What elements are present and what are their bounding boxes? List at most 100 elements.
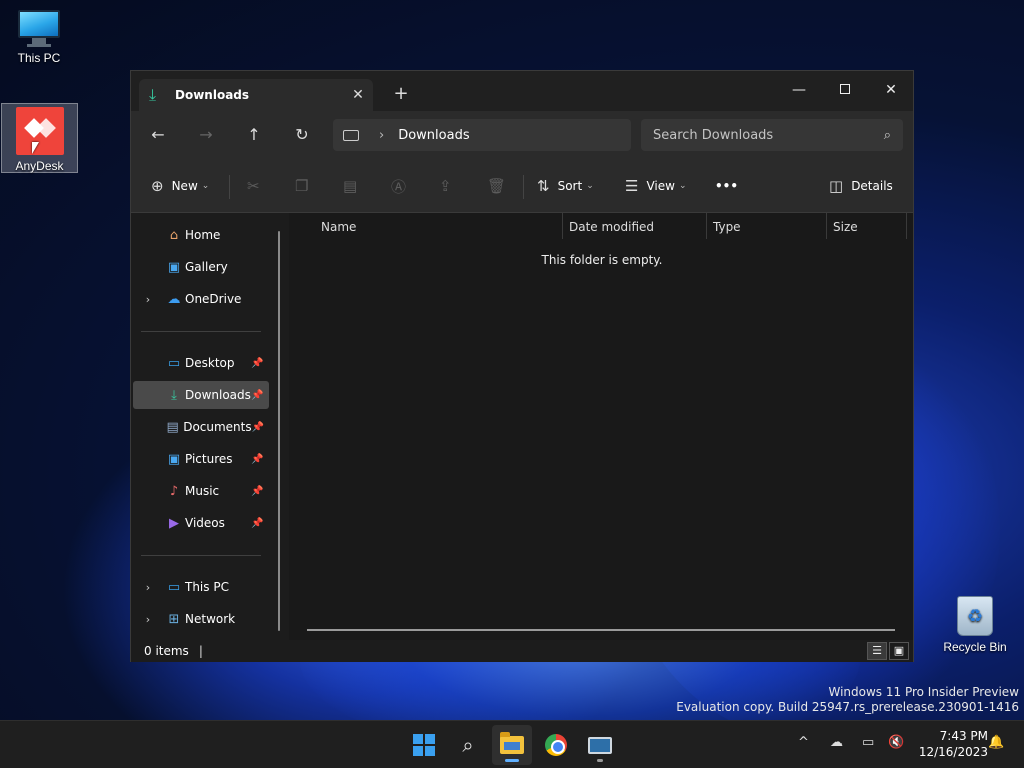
back-button[interactable]: ←: [143, 123, 173, 147]
sidebar-item-documents[interactable]: ▤ Documents 📌: [133, 413, 269, 441]
sidebar-item-pictures[interactable]: ▣ Pictures 📌: [133, 445, 269, 473]
search-input[interactable]: [653, 127, 884, 143]
running-app-indicator: [597, 759, 603, 762]
new-tab-button[interactable]: +: [389, 83, 413, 104]
column-divider[interactable]: [706, 213, 707, 239]
pin-icon: 📌: [251, 485, 264, 497]
rename-button[interactable]: Ⓐ: [391, 171, 414, 201]
column-header-size[interactable]: Size: [833, 213, 858, 241]
clock[interactable]: 7:43 PM 12/16/2023: [908, 728, 988, 760]
start-button[interactable]: [404, 725, 444, 765]
maximize-button[interactable]: [823, 75, 867, 105]
watermark-line-1: Windows 11 Pro Insider Preview: [828, 685, 1019, 699]
column-header-name[interactable]: Name: [321, 213, 356, 241]
forward-button[interactable]: →: [191, 123, 221, 147]
chevron-right-icon[interactable]: ›: [133, 613, 163, 626]
sidebar-item-onedrive[interactable]: › ☁ OneDrive: [133, 285, 269, 313]
sidebar-scrollbar[interactable]: [278, 231, 280, 631]
taskbar-chrome[interactable]: [536, 725, 576, 765]
copy-button[interactable]: ❐: [295, 171, 316, 201]
details-pane-icon: ◫: [829, 177, 844, 195]
desktop-icon-anydesk[interactable]: AnyDesk: [1, 103, 78, 173]
share-button[interactable]: ⇪: [439, 171, 460, 201]
view-button[interactable]: ☰ View ⌄: [625, 171, 686, 201]
chrome-icon: [545, 734, 567, 756]
sidebar-item-label: Desktop: [185, 356, 235, 370]
close-window-button[interactable]: ✕: [869, 75, 913, 105]
search-box[interactable]: ⌕: [641, 119, 903, 151]
music-icon: ♪: [169, 483, 179, 499]
search-icon[interactable]: ⌕: [884, 128, 891, 143]
pc-icon: ▭: [167, 579, 181, 595]
navigation-pane: ⌂ Home ▣ Gallery › ☁ OneDrive ▭ Desktop …: [131, 213, 289, 640]
desktop-icon-recycle-bin[interactable]: Recycle Bin: [940, 596, 1010, 654]
title-bar: ⤓ Downloads ✕ + — ✕: [131, 71, 913, 111]
details-pane-button[interactable]: ◫ Details: [829, 171, 893, 201]
copy-icon: ❐: [295, 177, 309, 195]
breadcrumb-downloads[interactable]: Downloads: [398, 128, 469, 143]
sidebar-item-label: This PC: [185, 580, 229, 594]
column-header-date-modified[interactable]: Date modified: [569, 213, 654, 241]
active-app-indicator: [505, 759, 519, 762]
status-separator: |: [198, 644, 203, 658]
refresh-button[interactable]: ↻: [287, 123, 317, 147]
column-header-type[interactable]: Type: [713, 213, 741, 241]
chevron-right-icon[interactable]: ›: [133, 581, 163, 594]
divider: [229, 175, 230, 199]
pictures-icon: ▣: [167, 451, 181, 467]
paste-icon: ▤: [343, 177, 358, 195]
delete-button[interactable]: 🗑: [487, 171, 514, 201]
minimize-button[interactable]: —: [777, 75, 821, 105]
sidebar-item-label: Gallery: [185, 260, 228, 274]
more-options-button[interactable]: •••: [715, 171, 738, 201]
details-label: Details: [851, 179, 893, 193]
sidebar-item-downloads[interactable]: ⤓ Downloads 📌: [133, 381, 269, 409]
anydesk-icon: [15, 107, 64, 155]
chevron-right-icon[interactable]: ›: [133, 293, 163, 306]
sidebar-item-label: Documents: [183, 420, 252, 434]
new-button[interactable]: ⊕ New ⌄: [151, 171, 209, 201]
horizontal-scrollbar[interactable]: [307, 629, 895, 631]
address-bar[interactable]: › Downloads: [333, 119, 631, 151]
tiles-view-button[interactable]: ▣: [889, 642, 909, 660]
column-divider[interactable]: [906, 213, 907, 239]
volume-muted-icon[interactable]: 🔇: [888, 735, 904, 750]
sidebar-item-gallery[interactable]: ▣ Gallery: [133, 253, 269, 281]
rename-icon: Ⓐ: [391, 177, 407, 196]
sort-button[interactable]: ⇅ Sort ⌄: [537, 171, 594, 201]
command-bar: ⊕ New ⌄ ✂ ❐ ▤ Ⓐ ⇪ 🗑 ⇅ Sort ⌄ ☰ View ⌄ ••…: [131, 159, 913, 213]
taskbar-search-button[interactable]: ⌕: [448, 725, 488, 765]
close-tab-icon[interactable]: ✕: [343, 87, 373, 103]
tab-downloads[interactable]: ⤓ Downloads ✕: [139, 79, 373, 111]
status-bar: 0 items | ☰ ▣: [131, 640, 913, 662]
sort-label: Sort: [557, 179, 583, 193]
column-divider[interactable]: [826, 213, 827, 239]
column-divider[interactable]: [562, 213, 563, 239]
sidebar-item-label: Music: [185, 484, 220, 498]
chevron-right-icon[interactable]: ›: [379, 128, 384, 143]
app-window-icon: [588, 736, 612, 754]
up-button[interactable]: ↑: [239, 123, 269, 147]
desktop-icon: ▭: [167, 355, 181, 371]
details-view-button[interactable]: ☰: [867, 642, 887, 660]
sidebar-item-music[interactable]: ♪ Music 📌: [133, 477, 269, 505]
tab-title: Downloads: [175, 88, 250, 102]
pin-icon: 📌: [251, 453, 264, 465]
view-lines-icon: ☰: [625, 177, 639, 195]
tiles-view-icon: ▣: [893, 644, 905, 657]
show-hidden-icons-button[interactable]: ^: [798, 735, 809, 750]
chevron-down-icon: ⌄: [201, 181, 210, 191]
notification-bell-icon[interactable]: 🔔: [988, 735, 1004, 750]
sidebar-item-network[interactable]: › ⊞ Network: [133, 605, 269, 633]
sidebar-item-desktop[interactable]: ▭ Desktop 📌: [133, 349, 269, 377]
sidebar-item-this-pc[interactable]: › ▭ This PC: [133, 573, 269, 601]
desktop-icon-this-pc[interactable]: This PC: [7, 10, 71, 65]
cut-button[interactable]: ✂: [247, 171, 268, 201]
desktop-icon-label: This PC: [17, 51, 61, 65]
sidebar-item-home[interactable]: ⌂ Home: [133, 221, 269, 249]
maximize-icon: [840, 84, 850, 94]
network-status-icon[interactable]: ☁: [830, 735, 843, 750]
sidebar-item-videos[interactable]: ▶ Videos 📌: [133, 509, 269, 537]
paste-button[interactable]: ▤: [343, 171, 365, 201]
display-icon[interactable]: ▭: [862, 735, 874, 750]
